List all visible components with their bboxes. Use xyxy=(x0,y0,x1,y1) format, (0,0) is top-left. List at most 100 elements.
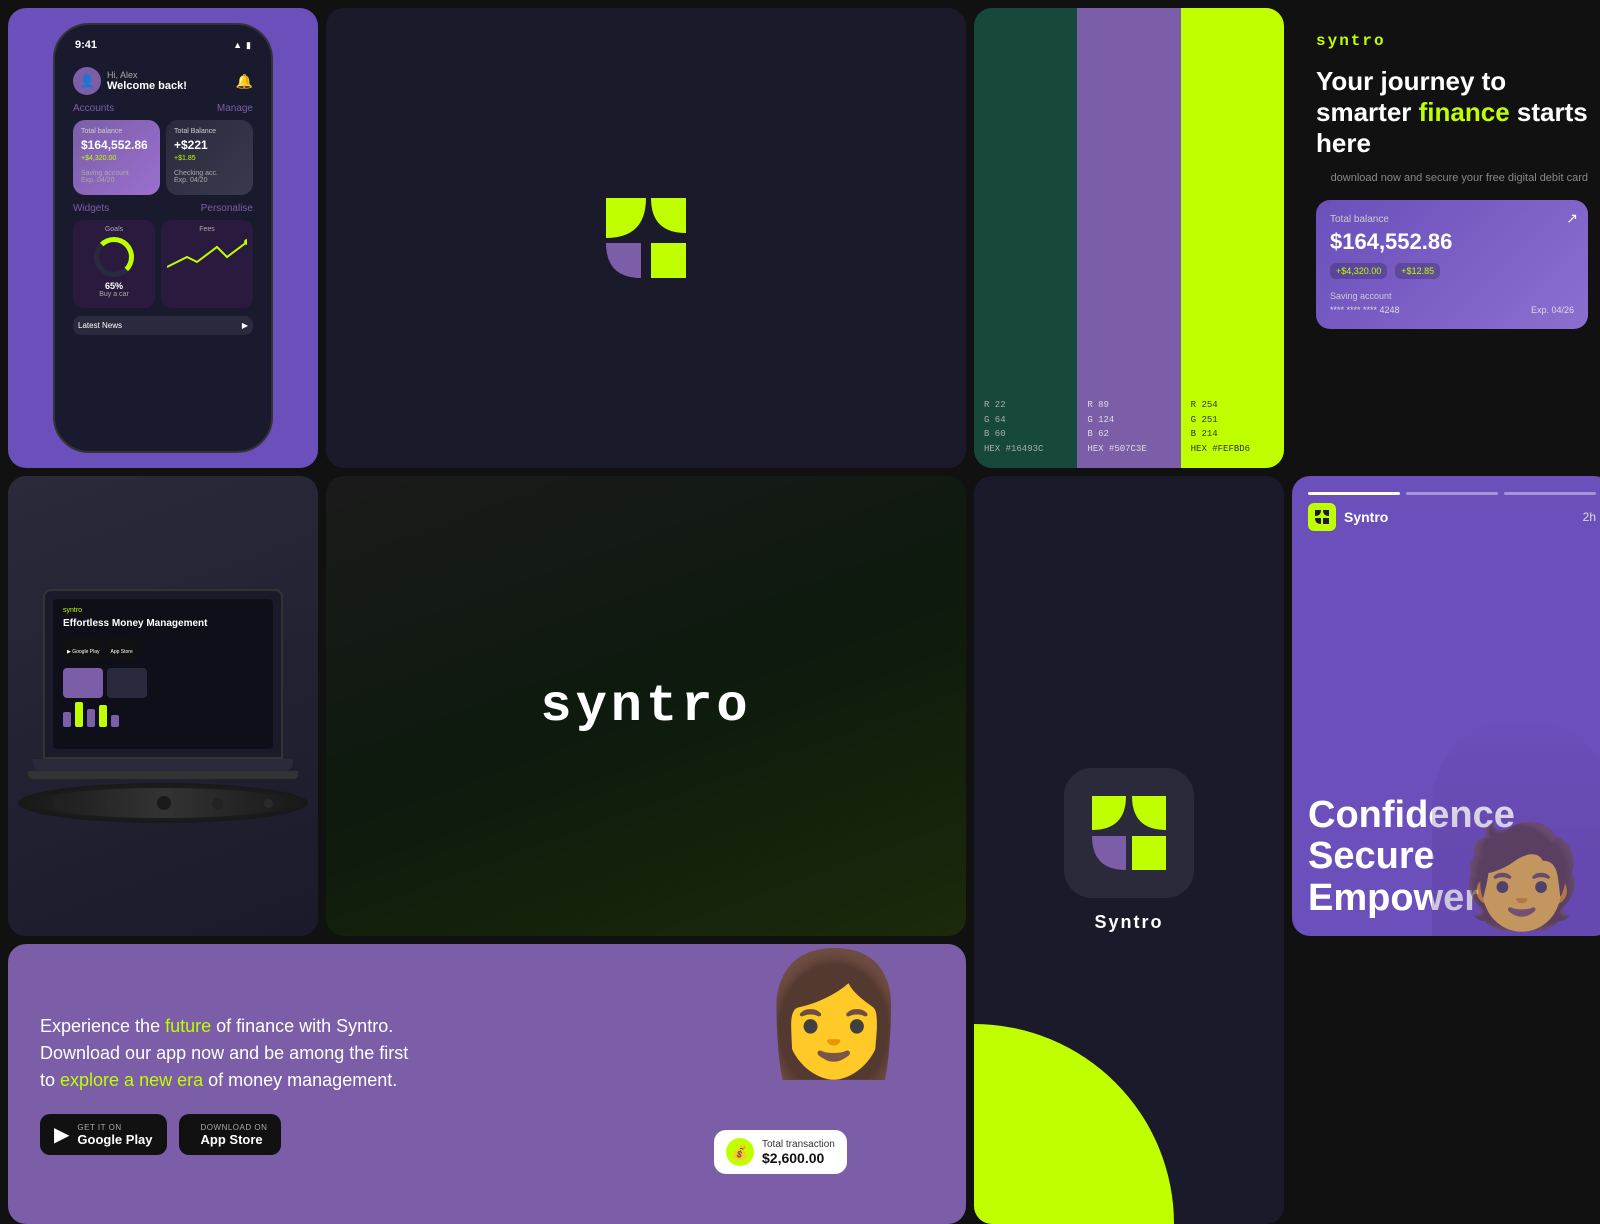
bar-3 xyxy=(87,709,95,727)
ui-card-2 xyxy=(107,668,147,698)
balance-card-preview: ↗ Total balance $164,552.86 +$4,320.00 +… xyxy=(1316,200,1588,329)
app-icon-label: Syntro xyxy=(1094,912,1163,933)
promo-highlight-2: explore a new era xyxy=(60,1070,203,1090)
pebble-base xyxy=(18,783,308,823)
hero-text: Your journey to smarter finance starts h… xyxy=(1316,66,1588,160)
news-label: Latest News xyxy=(78,321,122,330)
promo-text-block: Experience the future of finance with Sy… xyxy=(40,1013,420,1155)
checking-type: Checking acc. xyxy=(174,170,245,177)
swatch-yellow: R 254 G 251 B 214 HEX #FEFBD6 xyxy=(1181,8,1284,468)
change-2: +$12.85 xyxy=(1395,263,1440,279)
phone-frame: 9:41 ▲ ▮ 👤 Hi, Alex Welcome back! 🔔 Acco… xyxy=(53,23,273,453)
total-balance-label: Total balance xyxy=(81,128,152,135)
corner-arc xyxy=(974,1024,1174,1224)
person-emoji: 🧑 xyxy=(1460,819,1585,936)
google-play-button[interactable]: ▶ GET IT ON Google Play xyxy=(40,1114,167,1155)
change-1: +$4,320.00 xyxy=(1330,263,1387,279)
google-play-text: GET IT ON Google Play xyxy=(77,1123,152,1147)
ui-card-1 xyxy=(63,668,103,698)
hero-sub: download now and secure your free digita… xyxy=(1316,172,1588,184)
promo-heading: Experience the future of finance with Sy… xyxy=(40,1013,420,1094)
checking-card[interactable]: Total Balance +$221 +$1.85 Checking acc.… xyxy=(166,120,253,195)
brand-name-large: syntro xyxy=(540,677,751,736)
laptop-wrapper: syntro Effortless Money Management ▶ Goo… xyxy=(18,589,308,823)
laptop-brand: syntro xyxy=(63,607,213,614)
checking-exp: Exp. 04/20 xyxy=(174,177,245,184)
saving-card[interactable]: Total balance $164,552.86 +$4,320.00 Sav… xyxy=(73,120,160,195)
chart-bars xyxy=(63,702,213,727)
laptop-store-icons: ▶ Google Play App Store xyxy=(63,638,213,660)
syntro-logo-large xyxy=(586,178,706,298)
person-image: 🧑 xyxy=(1432,716,1600,936)
notification-cell: Syntro 2h Confidence Secure Empower 🧑 xyxy=(1292,476,1600,936)
progress-label: 65% xyxy=(105,281,123,291)
accounts-section-title: Accounts Manage xyxy=(73,103,253,114)
goals-widget[interactable]: Goals 65% Buy a car xyxy=(73,220,155,308)
laptop-frame: syntro Effortless Money Management ▶ Goo… xyxy=(43,589,283,759)
widgets-row: Goals 65% Buy a car Fees xyxy=(73,220,253,308)
person-emoji-promo: 👩 xyxy=(734,954,934,1074)
swatch-yellow-info: R 254 G 251 B 214 HEX #FEFBD6 xyxy=(1191,398,1274,456)
store-buttons: ▶ GET IT ON Google Play Download on App … xyxy=(40,1114,420,1155)
progress-bar-1 xyxy=(1308,492,1400,495)
expand-icon[interactable]: ↗ xyxy=(1566,210,1578,227)
main-grid: 9:41 ▲ ▮ 👤 Hi, Alex Welcome back! 🔔 Acco… xyxy=(0,0,1600,1200)
pebble xyxy=(264,799,273,808)
progress-bars xyxy=(1308,492,1596,495)
latest-news-bar[interactable]: Latest News ▶ xyxy=(73,316,253,335)
fees-widget[interactable]: Fees xyxy=(161,220,253,308)
promo-person-container: 💰 Total transaction $2,600.00 👩 xyxy=(734,954,934,1214)
swatch-purple-info: R 89 G 124 B 62 HEX #507C3E xyxy=(1087,398,1170,456)
laptop-apple-btn[interactable]: App Store xyxy=(106,638,136,660)
pebble xyxy=(53,797,65,809)
app-icon-frame xyxy=(1064,768,1194,898)
checking-label: Total Balance xyxy=(174,128,245,135)
pebble xyxy=(106,798,116,808)
laptop-mockup-cell: syntro Effortless Money Management ▶ Goo… xyxy=(8,476,318,936)
avatar: 👤 xyxy=(73,67,101,95)
keyboard xyxy=(28,771,298,779)
google-play-pre: GET IT ON xyxy=(77,1123,152,1132)
laptop-base xyxy=(33,759,293,771)
promo-person: 💰 Total transaction $2,600.00 👩 xyxy=(734,954,934,1214)
brand-center-cell: syntro xyxy=(326,476,966,936)
battery-icon: ▮ xyxy=(246,40,251,51)
app-store-button[interactable]: Download on App Store xyxy=(179,1114,282,1155)
progress-bar-2 xyxy=(1406,492,1498,495)
accounts-row: Total balance $164,552.86 +$4,320.00 Sav… xyxy=(73,120,253,195)
bar-1 xyxy=(63,712,71,727)
greeting-hi: Hi, Alex xyxy=(107,70,236,80)
pebble xyxy=(157,796,171,810)
account-type: Saving account xyxy=(81,170,152,177)
checking-amount: +$221 xyxy=(174,138,245,152)
phone-status-bar: 9:41 ▲ ▮ xyxy=(65,35,261,55)
app-icon-small xyxy=(1308,503,1336,531)
laptop-headline: Effortless Money Management xyxy=(63,617,213,630)
donut-chart xyxy=(94,237,134,277)
phone-status-icons: ▲ ▮ xyxy=(233,40,251,51)
swatch-dark-info: R 22 G 64 B 60 HEX #16493C xyxy=(984,398,1067,456)
swatch-dark: R 22 G 64 B 60 HEX #16493C xyxy=(974,8,1077,468)
app-store-pre: Download on xyxy=(201,1123,268,1132)
badge-info: Total transaction $2,600.00 xyxy=(762,1139,835,1166)
laptop-google-btn[interactable]: ▶ Google Play xyxy=(63,638,103,660)
bar-5 xyxy=(111,715,119,727)
marketing-cell: syntro Your journey to smarter finance s… xyxy=(1292,8,1600,468)
laptop-ui-elements xyxy=(63,668,213,698)
person-bg: 🧑 xyxy=(1432,716,1600,936)
app-store-text: Download on App Store xyxy=(201,1123,268,1147)
app-store-name: App Store xyxy=(201,1132,268,1147)
notification-time: 2h xyxy=(1583,510,1596,524)
laptop-image: syntro Effortless Money Management ▶ Goo… xyxy=(8,476,318,936)
badge-icon: 💰 xyxy=(726,1138,754,1166)
laptop-screen-content: syntro Effortless Money Management ▶ Goo… xyxy=(63,607,213,727)
notification-header: Syntro 2h xyxy=(1308,503,1596,531)
notification-bell-icon[interactable]: 🔔 xyxy=(236,73,253,90)
brand-name-marketing: syntro xyxy=(1316,32,1588,50)
color-swatches: R 22 G 64 B 60 HEX #16493C R 89 G 124 B … xyxy=(974,8,1284,468)
hero-highlight: finance xyxy=(1419,97,1510,127)
app-icon-svg xyxy=(1312,507,1332,527)
logo-dark-cell xyxy=(326,8,966,468)
phone-time: 9:41 xyxy=(75,39,97,51)
app-icon-cell: Syntro xyxy=(974,476,1284,1224)
